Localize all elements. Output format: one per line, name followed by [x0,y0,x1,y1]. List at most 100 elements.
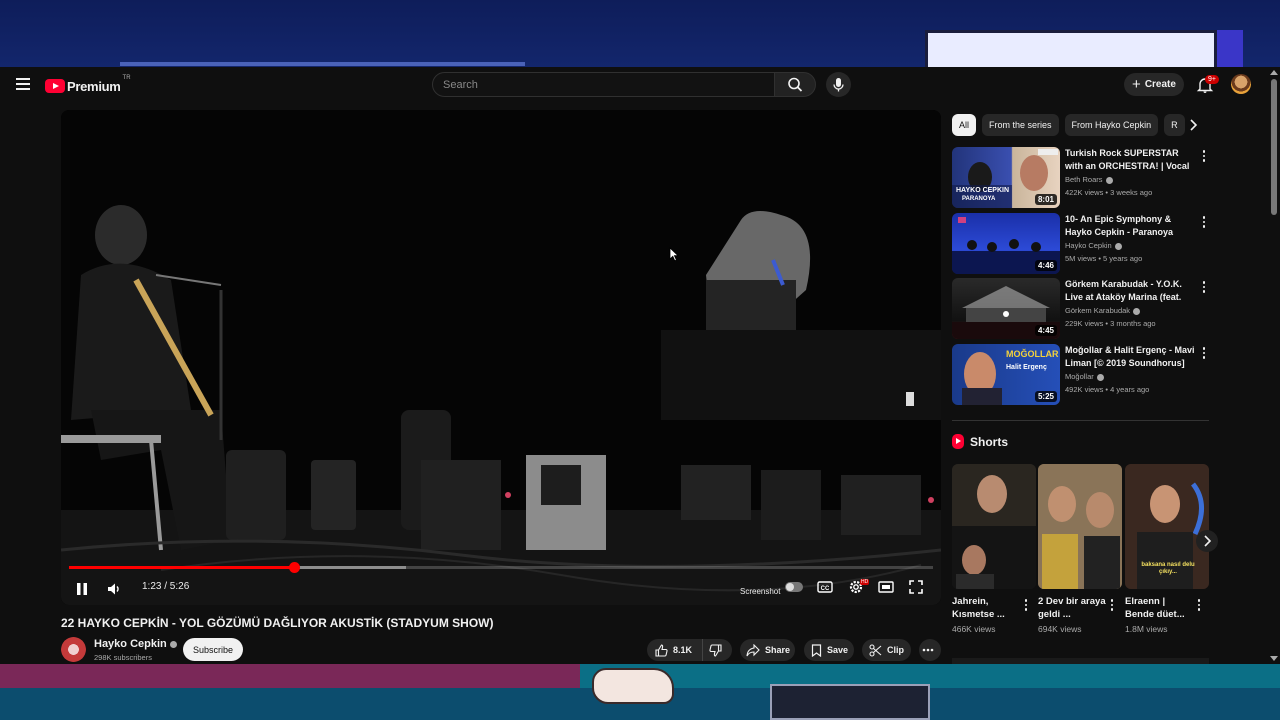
video-duration: 8:01 [1034,194,1057,205]
fullscreen-button[interactable] [909,580,923,599]
progress-bar[interactable] [69,562,933,573]
recommendation-menu-button[interactable] [1200,149,1208,163]
filter-chips: All From the series From Hayko Cepkin R [952,114,1208,136]
pixel-hand-cursor [592,668,674,704]
chip-related[interactable]: R [1164,114,1185,136]
chip-from-series[interactable]: From the series [982,114,1059,136]
pixel-pedestal [770,684,930,720]
video-duration: 4:46 [1034,260,1057,271]
hd-badge: HD [860,579,870,585]
short-views: 466K views [952,624,996,634]
share-label: Share [765,645,791,655]
recommendation-channel: Moğollar [1065,372,1104,381]
chip-all[interactable]: All [952,114,977,136]
closed-captions-icon: CC [817,581,833,593]
scissors-icon [869,643,882,657]
subtitles-button[interactable]: CC [817,580,833,599]
clip-button[interactable]: Clip [862,639,911,661]
recommendation-menu-button[interactable] [1200,280,1208,294]
recommendation-menu-button[interactable] [1200,215,1208,229]
more-actions-button[interactable] [919,639,941,661]
menu-button[interactable] [14,75,32,93]
scroll-down-arrow-icon[interactable] [1270,656,1278,661]
video-frame [61,110,941,605]
shorts-heading: Shorts [970,434,1009,449]
shorts-icon [952,434,964,449]
create-label: Create [1144,79,1176,90]
chip-from-channel[interactable]: From Hayko Cepkin [1064,114,1159,136]
like-button[interactable]: 8.1K [647,639,703,661]
short-thumbnail: baksana nasıl delu çıkıy... [1125,464,1209,589]
recommendation-item[interactable]: 4:45 Görkem Karabudak - Y.O.K. Live at A… [952,278,1210,340]
thumbnail-text: MOĞOLLAR [1006,349,1059,359]
save-button[interactable]: Save [804,639,854,661]
short-item[interactable]: 2 Dev bir araya geldi ... 694K views [1038,464,1122,634]
pause-button[interactable] [75,582,89,601]
scroll-thumb[interactable] [1271,79,1277,215]
search-input[interactable] [433,73,733,96]
volume-icon [108,583,119,595]
recommendation-title: Turkish Rock SUPERSTAR with an ORCHESTRA… [1065,148,1190,171]
short-item[interactable]: Jahrein, Kısmetse ... 466K views [952,464,1036,634]
scroll-up-arrow-icon[interactable] [1270,70,1278,75]
verified-icon [1105,176,1113,184]
channel-name: Hayko Cepkin [94,638,167,650]
desktop-band [0,664,580,688]
recommendation-item[interactable]: MOĞOLLAR Halit Ergenç 5:25 Moğollar & Ha… [952,344,1210,406]
account-avatar[interactable] [1231,74,1251,94]
subscribe-button[interactable]: Subscribe [183,638,243,661]
short-menu-button[interactable] [1108,598,1116,612]
channel-name-link[interactable]: Hayko Cepkin [94,638,177,650]
short-title: Elraenn | Bende düet... [1125,596,1185,620]
theater-icon [878,581,894,593]
short-views: 1.8M views [1125,624,1168,634]
recommendation-meta: 229K views • 3 months ago [1065,319,1156,328]
search-icon [788,77,803,92]
short-title: Jahrein, Kısmetse ... [952,596,1005,620]
create-button[interactable]: + Create [1124,73,1184,96]
short-menu-button[interactable] [1195,598,1203,612]
video-thumbnail: MOĞOLLAR Halit Ergenç 5:25 [952,344,1060,405]
verified-icon [169,640,177,648]
notification-badge: 9+ [1205,75,1219,84]
thumbnail-subtext: PARANOYA [962,196,996,202]
shorts-next-button[interactable] [1196,530,1218,552]
voice-search-button[interactable] [826,72,851,97]
chips-next-button[interactable] [1185,117,1201,133]
short-thumbnail [1038,464,1122,589]
recommendation-item[interactable]: HAYKO CEPKIN PARANOYA 8:01 Turkish Rock … [952,147,1210,209]
logo-text: Premium [67,78,121,94]
time-display: 1:23 / 5:26 [142,581,190,592]
page-scrollbar[interactable] [1268,67,1280,664]
share-button[interactable]: Share [740,639,795,661]
plus-icon: + [1132,76,1141,93]
short-menu-button[interactable] [1022,598,1030,612]
subscriber-count: 298K subscribers [94,653,152,662]
scrubber-handle[interactable] [288,562,300,573]
chevron-right-icon [1204,535,1212,547]
screenshot-toggle[interactable] [785,582,803,592]
channel-avatar[interactable] [61,637,86,662]
youtube-window: Premium TR + Create 9+ [0,67,1280,664]
recommendation-item[interactable]: 4:46 10- An Epic Symphony & Hayko Cepkin… [952,213,1210,275]
thumbnail-text: HAYKO CEPKIN [956,187,1010,194]
thumbs-down-icon [708,643,722,657]
video-player[interactable]: 1:23 / 5:26 Screenshot CC HD [61,110,941,605]
volume-button[interactable] [106,581,122,602]
youtube-play-icon [45,79,65,93]
recommendation-title: Moğollar & Halit Ergenç - Mavi Liman [© … [1065,345,1195,368]
recommendation-channel: Görkem Karabudak [1065,306,1141,315]
search-button[interactable] [774,72,816,97]
theater-mode-button[interactable] [878,580,894,599]
dislike-button[interactable] [703,639,732,661]
recommendation-channel: Hayko Cepkin [1065,241,1122,250]
chevron-right-icon [1190,119,1198,131]
save-label: Save [827,645,849,655]
shorts-header: Shorts [952,434,1008,449]
played-bar [69,566,294,569]
short-caption: baksana nasıl delu çıkıy... [1141,562,1195,575]
youtube-logo[interactable]: Premium TR [45,75,131,95]
recommendation-menu-button[interactable] [1200,346,1208,360]
verified-icon [1096,373,1104,381]
clip-label: Clip [887,645,904,655]
